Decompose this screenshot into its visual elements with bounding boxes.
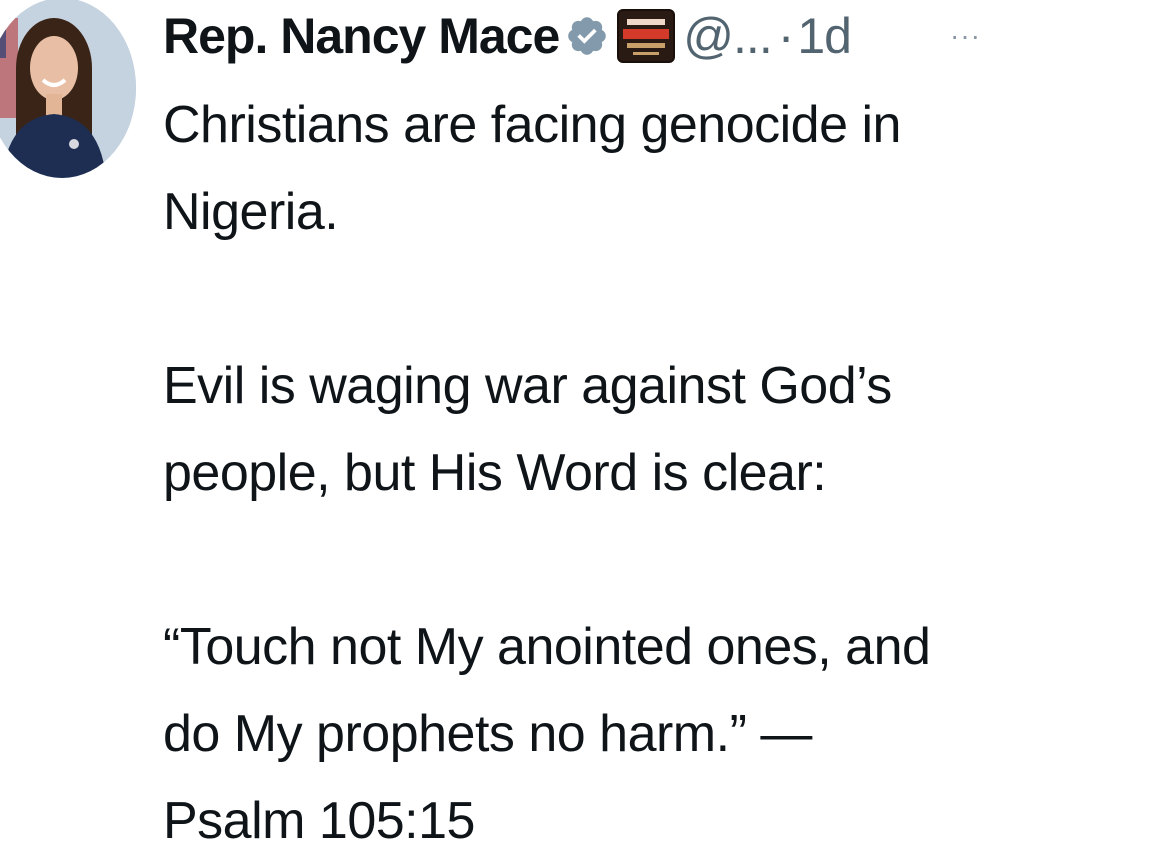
tweet-line: Christians are facing genocide in: [163, 96, 901, 154]
tweet-paragraph: “Touch not My anointed ones, and do My p…: [163, 604, 1163, 865]
tweet-header: Rep. Nancy Mace @... · 1d: [163, 0, 1163, 72]
tweet-line: Evil is waging war against God’s: [163, 357, 892, 415]
author-name[interactable]: Rep. Nancy Mace: [163, 7, 560, 65]
tweet-timestamp[interactable]: 1d: [797, 7, 852, 65]
tweet-paragraph: Evil is waging war against God’s people,…: [163, 343, 1163, 517]
avatar[interactable]: [0, 0, 136, 178]
tweet-text: Christians are facing genocide in Nigeri…: [163, 82, 1163, 865]
affiliate-badge-stripe: [633, 52, 660, 55]
tweet-line: people, but His Word is clear:: [163, 444, 827, 502]
tweet-line: Psalm 105:15: [163, 792, 475, 850]
more-options-icon[interactable]: ···: [950, 20, 981, 52]
header-separator: ·: [777, 8, 795, 64]
verified-badge-icon: [565, 14, 609, 58]
affiliate-badge-stripe: [627, 43, 666, 48]
tweet-line: Nigeria.: [163, 183, 339, 241]
affiliate-badge-stripe: [623, 29, 670, 39]
tweet-line: do My prophets no harm.” —: [163, 705, 812, 763]
affiliate-badge-icon[interactable]: [617, 9, 676, 63]
tweet-paragraph: Christians are facing genocide in Nigeri…: [163, 82, 1163, 256]
tweet-line: “Touch not My anointed ones, and: [163, 618, 931, 676]
author-handle[interactable]: @...: [683, 7, 772, 65]
avatar-image: [0, 0, 136, 178]
tweet[interactable]: Rep. Nancy Mace @... · 1d Christians are…: [0, 0, 1170, 865]
tweet-content: Rep. Nancy Mace @... · 1d Christians are…: [163, 0, 1163, 865]
affiliate-badge-stripe: [627, 19, 666, 25]
